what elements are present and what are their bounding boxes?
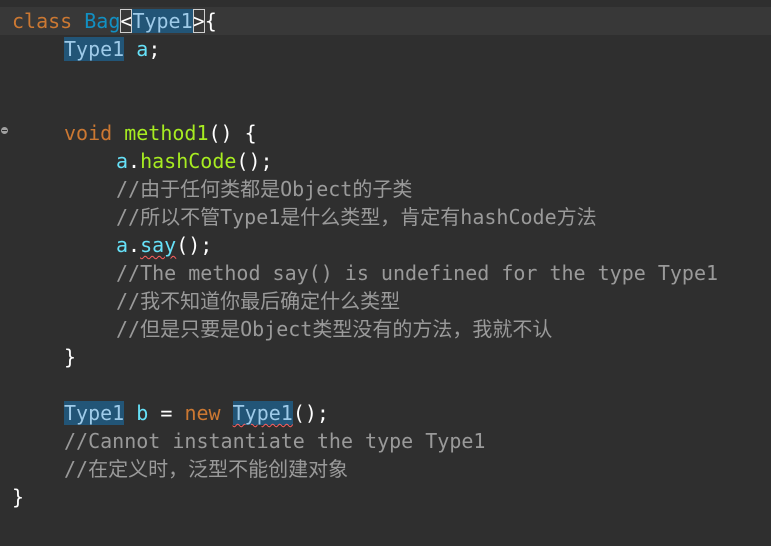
code-line-class-close[interactable]: } <box>12 483 24 511</box>
field-name: a <box>136 37 149 61</box>
comment-text: //但是只要是Object类型没有的方法，我就不认 <box>116 317 553 341</box>
method-parens: () { <box>208 121 257 145</box>
code-line-say-call[interactable]: a.say(); <box>116 231 212 259</box>
comment-line: //所以不管Type1是什么类型，肯定有hashCode方法 <box>116 203 597 231</box>
fold-collapse-icon[interactable] <box>1 127 8 134</box>
comment-line: //The method say() is undefined for the … <box>116 259 718 287</box>
comment-text: //在定义时，泛型不能创建对象 <box>64 457 349 481</box>
call-parens: (); <box>236 149 273 173</box>
comment-line: //在定义时，泛型不能创建对象 <box>64 455 348 483</box>
comment-text: //The method say() is undefined for the … <box>116 261 719 285</box>
receiver: a <box>116 233 129 257</box>
method-call: hashCode <box>140 149 237 173</box>
comment-text: //我不知道你最后确定什么类型 <box>116 289 401 313</box>
receiver: a <box>116 149 129 173</box>
field-type: Type1 <box>64 37 125 61</box>
code-line-hashcode-call[interactable]: a.hashCode(); <box>116 147 273 175</box>
code-line-method-declaration[interactable]: void method1() { <box>64 119 257 147</box>
comment-line: //由于任何类都是Object的子类 <box>116 175 412 203</box>
code-editor[interactable]: class Bag<Type1>{ Type1 a; void method1(… <box>0 0 771 546</box>
undefined-method-error[interactable]: say <box>140 233 176 257</box>
dot: . <box>128 233 141 257</box>
keyword-new: new <box>184 401 221 425</box>
assign-operator: = <box>160 401 173 425</box>
comment-line: //我不知道你最后确定什么类型 <box>116 287 400 315</box>
comment-text: //所以不管Type1是什么类型，肯定有hashCode方法 <box>116 205 597 229</box>
angle-bracket-open: < <box>120 9 133 33</box>
code-line-new-instance[interactable]: Type1 b = new Type1(); <box>64 399 329 427</box>
method-name: method1 <box>124 121 209 145</box>
keyword-class: class <box>12 9 73 33</box>
code-line-class-declaration[interactable]: class Bag<Type1>{ <box>0 7 771 35</box>
comment-text: //Cannot instantiate the type Type1 <box>64 429 486 453</box>
instantiation-error[interactable]: Type1 <box>232 401 293 425</box>
brace-open: { <box>204 9 217 33</box>
keyword-void: void <box>64 121 113 145</box>
dot: . <box>128 149 141 173</box>
type-parameter: Type1 <box>132 9 193 33</box>
field-name: b <box>136 401 149 425</box>
comment-line: //Cannot instantiate the type Type1 <box>64 427 485 455</box>
semicolon: ; <box>148 37 161 61</box>
field-type: Type1 <box>64 401 125 425</box>
class-name: Bag <box>84 9 121 33</box>
brace-close: } <box>12 485 25 509</box>
brace-close: } <box>64 345 77 369</box>
angle-bracket-close: > <box>192 9 205 33</box>
comment-line: //但是只要是Object类型没有的方法，我就不认 <box>116 315 552 343</box>
code-line-field-declaration[interactable]: Type1 a; <box>64 35 160 63</box>
call-parens: (); <box>292 401 329 425</box>
comment-text: //由于任何类都是Object的子类 <box>116 177 413 201</box>
code-line-method-close[interactable]: } <box>64 343 76 371</box>
call-parens: (); <box>176 233 213 257</box>
